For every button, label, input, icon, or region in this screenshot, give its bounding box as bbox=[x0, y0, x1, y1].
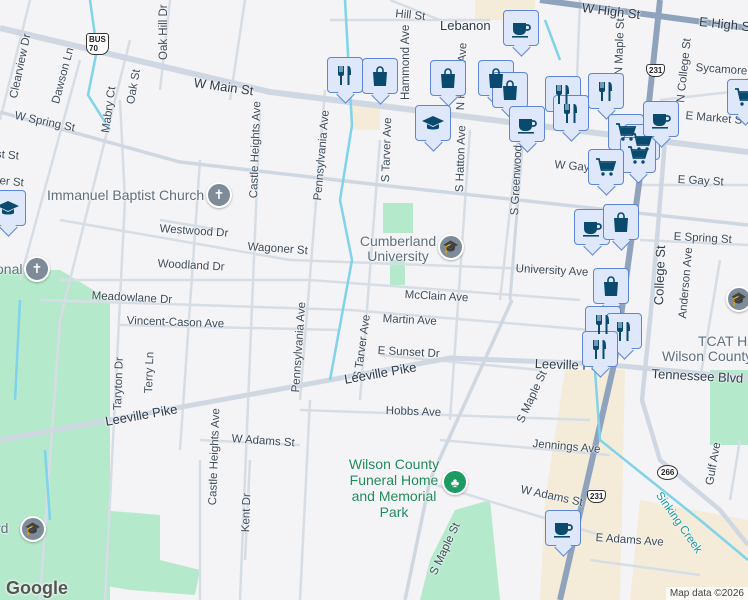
shopping-cart-icon bbox=[628, 146, 649, 164]
map-attribution[interactable]: Map data ©2026 bbox=[665, 587, 748, 600]
google-logo[interactable]: Google bbox=[6, 578, 68, 599]
coffee-cup-icon bbox=[652, 114, 671, 129]
street-label: E Gay St bbox=[677, 174, 724, 189]
school-marker[interactable] bbox=[415, 105, 451, 141]
school-marker[interactable] bbox=[0, 190, 26, 226]
church-icon[interactable]: ✝ bbox=[24, 256, 50, 282]
restaurant-marker[interactable] bbox=[588, 73, 624, 109]
street-label: College St bbox=[651, 245, 669, 306]
street-label: Oak Hill Dr bbox=[158, 4, 170, 60]
street-label: Hobbs Ave bbox=[385, 405, 442, 419]
place-label-immanuel-baptist-church[interactable]: Immanuel Baptist Church bbox=[47, 187, 204, 203]
street-label: N Maple St bbox=[613, 18, 627, 76]
restaurant-marker[interactable] bbox=[327, 57, 363, 93]
graduation-cap-icon bbox=[422, 116, 444, 130]
coffee-cup-icon bbox=[583, 222, 602, 237]
church-icon[interactable]: ✝ bbox=[206, 182, 232, 208]
street-label: Hammond Ave bbox=[400, 24, 412, 100]
fork-knife-icon bbox=[593, 340, 606, 359]
grocery-marker[interactable] bbox=[727, 79, 748, 115]
grocery-marker[interactable] bbox=[588, 149, 624, 185]
street-label: S Tarver Ave bbox=[380, 117, 395, 183]
shopping-marker[interactable] bbox=[362, 58, 398, 94]
street-label: Taryton Dr bbox=[112, 356, 126, 411]
street-label: 1st St bbox=[0, 148, 20, 163]
shopping-cart-icon bbox=[735, 88, 748, 106]
place-label-funeral-home[interactable]: Wilson County Funeral Home and Memorial … bbox=[345, 456, 443, 520]
street-label: Kent Dr bbox=[240, 493, 254, 533]
place-label-tcat[interactable]: TCAT Ha bbox=[698, 333, 748, 349]
shopping-bag-icon bbox=[503, 80, 517, 100]
place-label-lebanon: Lebanon bbox=[440, 18, 491, 33]
coffee-cup-icon bbox=[512, 23, 531, 38]
street-label: Terry Ln bbox=[143, 351, 157, 394]
shield-text: BUS bbox=[89, 35, 106, 44]
place-label-cumberland-university[interactable]: Cumberland University bbox=[358, 234, 438, 264]
shopping-bag-icon bbox=[441, 68, 455, 88]
coffee-cup-icon bbox=[518, 119, 537, 134]
cafe-marker[interactable] bbox=[503, 10, 539, 46]
map-canvas[interactable]: W Main St W High St E High St Hill St Oa… bbox=[0, 0, 748, 600]
shopping-marker[interactable] bbox=[593, 268, 629, 304]
school-icon[interactable]: 🎓 bbox=[726, 286, 748, 312]
place-label-wilson-county[interactable]: Wilson County bbox=[662, 348, 748, 364]
place-label-rd: rd bbox=[0, 520, 9, 536]
shopping-marker[interactable] bbox=[430, 60, 466, 96]
fork-knife-icon bbox=[599, 82, 612, 101]
restaurant-marker[interactable] bbox=[553, 95, 589, 131]
shopping-bag-icon bbox=[614, 212, 628, 232]
shield-text: 70 bbox=[89, 44, 98, 53]
graduation-cap-icon bbox=[0, 201, 19, 215]
shopping-cart-icon bbox=[596, 158, 617, 176]
shopping-bag-icon bbox=[604, 276, 618, 296]
fork-knife-icon bbox=[617, 322, 630, 341]
fork-knife-icon bbox=[338, 66, 351, 85]
place-label-national: onal bbox=[0, 261, 23, 277]
cafe-marker[interactable] bbox=[509, 106, 545, 142]
shopping-bag-icon bbox=[373, 66, 387, 86]
coffee-cup-icon bbox=[554, 523, 573, 538]
university-icon[interactable]: 🎓 bbox=[438, 234, 464, 260]
school-icon[interactable]: 🎓 bbox=[20, 516, 46, 542]
cafe-marker[interactable] bbox=[545, 510, 581, 546]
shopping-marker[interactable] bbox=[603, 204, 639, 240]
fork-knife-icon bbox=[564, 104, 577, 123]
street-label: S Hatton Ave bbox=[454, 125, 469, 193]
park-tree-icon[interactable]: ♣ bbox=[442, 469, 468, 495]
us-70-bus-shield: BUS 70 bbox=[86, 33, 109, 55]
shopping-marker[interactable] bbox=[492, 72, 528, 108]
